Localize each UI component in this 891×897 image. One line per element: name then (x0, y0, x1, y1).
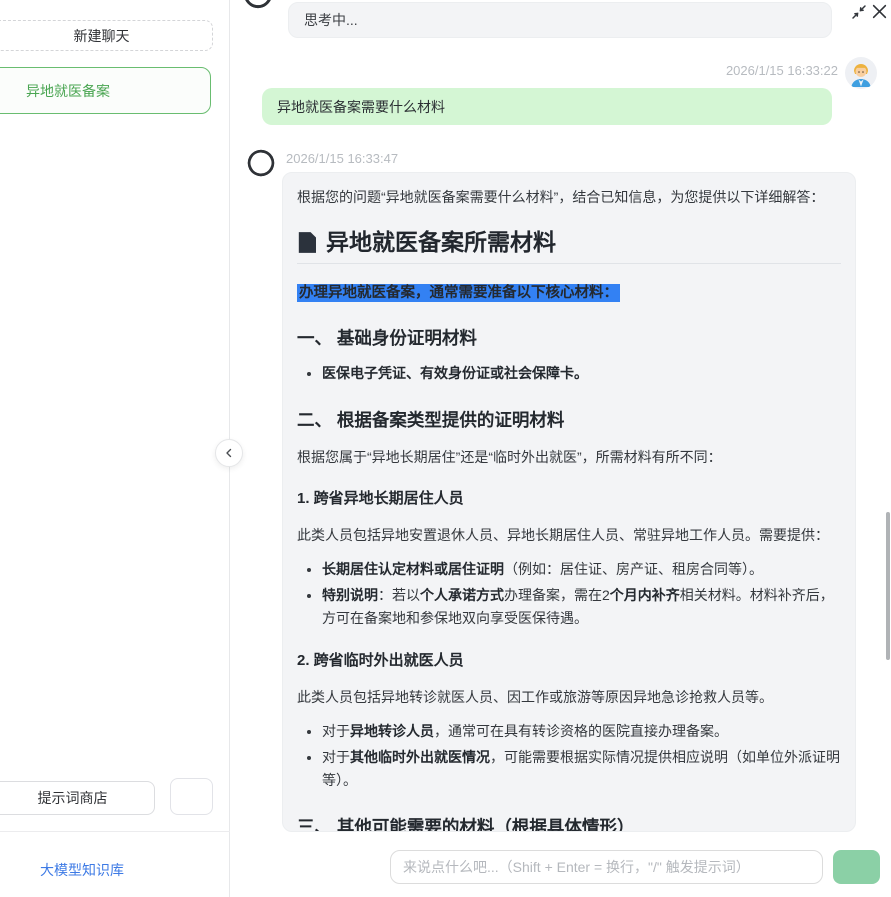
md-heading-3: 2. 跨省临时外出就医人员 (297, 650, 841, 672)
text: 对于 (322, 749, 350, 765)
prompt-store-button[interactable]: 提示词商店 (0, 781, 155, 815)
prompt-store-label: 提示词商店 (38, 788, 108, 808)
openai-knot-icon (246, 148, 276, 178)
assistant-avatar-partial (242, 0, 274, 10)
text: 一、 基础身份证明材料 (297, 328, 477, 348)
message-input[interactable] (390, 850, 823, 884)
close-window-button[interactable] (871, 3, 888, 25)
text: ，通常可在具有转诊资格的医院直接办理备案。 (434, 723, 728, 739)
md-heading-2: 三、 其他可能需要的材料（根据具体情形） (297, 815, 841, 832)
text: ：若以 (378, 587, 420, 603)
new-chat-label: 新建聊天 (74, 26, 130, 46)
sidebar-divider (0, 831, 230, 832)
md-heading-2: 一、 基础身份证明材料 (297, 326, 841, 350)
user-avatar (845, 57, 877, 89)
text: 对于 (322, 723, 350, 739)
md-highlighted-paragraph: 办理异地就医备案，通常需要准备以下核心材料： (297, 282, 841, 303)
send-button[interactable] (833, 850, 880, 884)
openai-knot-icon (242, 0, 274, 10)
text: 办理备案，需在2 (504, 587, 610, 603)
md-bullet-list: 长期居住认定材料或居住证明（例如：居住证、房产证、租房合同等）。特别说明：若以个… (297, 558, 841, 630)
sidebar-collapse-button[interactable] (215, 439, 243, 467)
md-paragraph: 根据您的问题“异地就医备案需要什么材料”，结合已知信息，为您提供以下详细解答： (297, 186, 841, 208)
bold-text: 特别说明 (322, 587, 378, 603)
md-paragraph: 此类人员包括异地安置退休人员、异地长期居住人员、常驻异地工作人员。需要提供： (297, 524, 841, 546)
minimize-window-button[interactable] (851, 4, 867, 25)
md-paragraph: 根据您属于“异地长期居住”还是“临时外出就医”，所需材料有所不同： (297, 446, 841, 468)
document-icon (297, 232, 316, 253)
collapse-arrows-icon (851, 4, 867, 20)
highlight-selection: 办理异地就医备案，通常需要准备以下核心材料： (297, 284, 620, 302)
close-x-icon (871, 3, 888, 20)
chat-scrollbar-thumb[interactable] (886, 512, 890, 660)
sidebar-action-button[interactable] (170, 778, 213, 815)
user-message-bubble: 异地就医备案需要什么材料 (262, 88, 832, 125)
md-bullet-item: 长期居住认定材料或居住证明（例如：居住证、房产证、租房合同等）。 (322, 558, 841, 581)
md-bullet-item: 对于异地转诊人员，通常可在具有转诊资格的医院直接办理备案。 (322, 720, 841, 743)
new-chat-button[interactable]: 新建聊天 (0, 20, 213, 51)
assistant-message-timestamp: 2026/1/15 16:33:47 (286, 151, 398, 166)
chevron-left-icon (222, 446, 236, 460)
assistant-message-bubble: 根据您的问题“异地就医备案需要什么材料”，结合已知信息，为您提供以下详细解答： … (282, 172, 856, 832)
sidebar: 新建聊天 异地就医备案 提示词商店 大模型知识库 (0, 0, 230, 897)
text: 此类人员包括异地安置退休人员、异地长期居住人员、常驻异地工作人员。需要提供： (297, 527, 829, 543)
bold-text: 办理异地就医备案，通常需要准备以下核心材料： (299, 285, 618, 301)
md-heading-3: 1. 跨省异地长期居住人员 (297, 488, 841, 510)
text: 三、 其他可能需要的材料（根据具体情形） (297, 817, 634, 832)
text: 根据您属于“异地长期居住”还是“临时外出就医”，所需材料有所不同： (297, 449, 722, 465)
text: 1. 跨省异地长期居住人员 (297, 490, 464, 507)
md-heading-2: 二、 根据备案类型提供的证明材料 (297, 408, 841, 432)
text: 二、 根据备案类型提供的证明材料 (297, 410, 564, 430)
md-bullet-item: 医保电子凭证、有效身份证或社会保障卡。 (322, 362, 841, 385)
text: 此类人员包括异地转诊就医人员、因工作或旅游等原因异地急诊抢救人员等。 (297, 689, 773, 705)
knowledge-base-link[interactable]: 大模型知识库 (0, 860, 164, 880)
bold-text: 异地转诊人员 (350, 723, 434, 739)
md-paragraph: 此类人员包括异地转诊就医人员、因工作或旅游等原因异地急诊抢救人员等。 (297, 686, 841, 708)
chat-item-label: 异地就医备案 (26, 81, 110, 101)
bold-text: 个人承诺方式 (420, 587, 504, 603)
app-window: 新建聊天 异地就医备案 提示词商店 大模型知识库 (0, 0, 891, 897)
text: 异地就医备案所需材料 (326, 227, 556, 257)
md-bullet-item: 特别说明：若以个人承诺方式办理备案，需在2个月内补齐相关材料。材料补齐后，方可在… (322, 584, 841, 630)
sidebar-item-chat-selected[interactable]: 异地就医备案 (0, 67, 211, 114)
person-avatar-icon (845, 57, 877, 89)
text: （例如：居住证、房产证、租房合同等）。 (504, 561, 763, 577)
thinking-label: 思考中... (304, 10, 358, 30)
md-bullet-item: 对于其他临时外出就医情况，可能需要根据实际情况提供相应说明（如单位外派证明等）。 (322, 746, 841, 792)
bold-text: 医保电子凭证、有效身份证或社会保障卡。 (322, 365, 588, 381)
bold-text: 长期居住认定材料或居住证明 (322, 561, 504, 577)
user-message-timestamp: 2026/1/15 16:33:22 (560, 63, 838, 78)
md-bullet-list: 对于异地转诊人员，通常可在具有转诊资格的医院直接办理备案。对于其他临时外出就医情… (297, 720, 841, 792)
text: 根据您的问题“异地就医备案需要什么材料”，结合已知信息，为您提供以下详细解答： (297, 189, 824, 205)
user-message-text: 异地就医备案需要什么材料 (277, 97, 445, 117)
thinking-bubble: 思考中... (288, 2, 832, 38)
md-heading-1: 异地就医备案所需材料 (297, 227, 841, 264)
bold-text: 其他临时外出就医情况 (350, 749, 490, 765)
md-bullet-list: 医保电子凭证、有效身份证或社会保障卡。 (297, 362, 841, 385)
text: 2. 跨省临时外出就医人员 (297, 652, 464, 669)
assistant-avatar (246, 148, 276, 178)
bold-text: 个月内补齐 (610, 587, 680, 603)
